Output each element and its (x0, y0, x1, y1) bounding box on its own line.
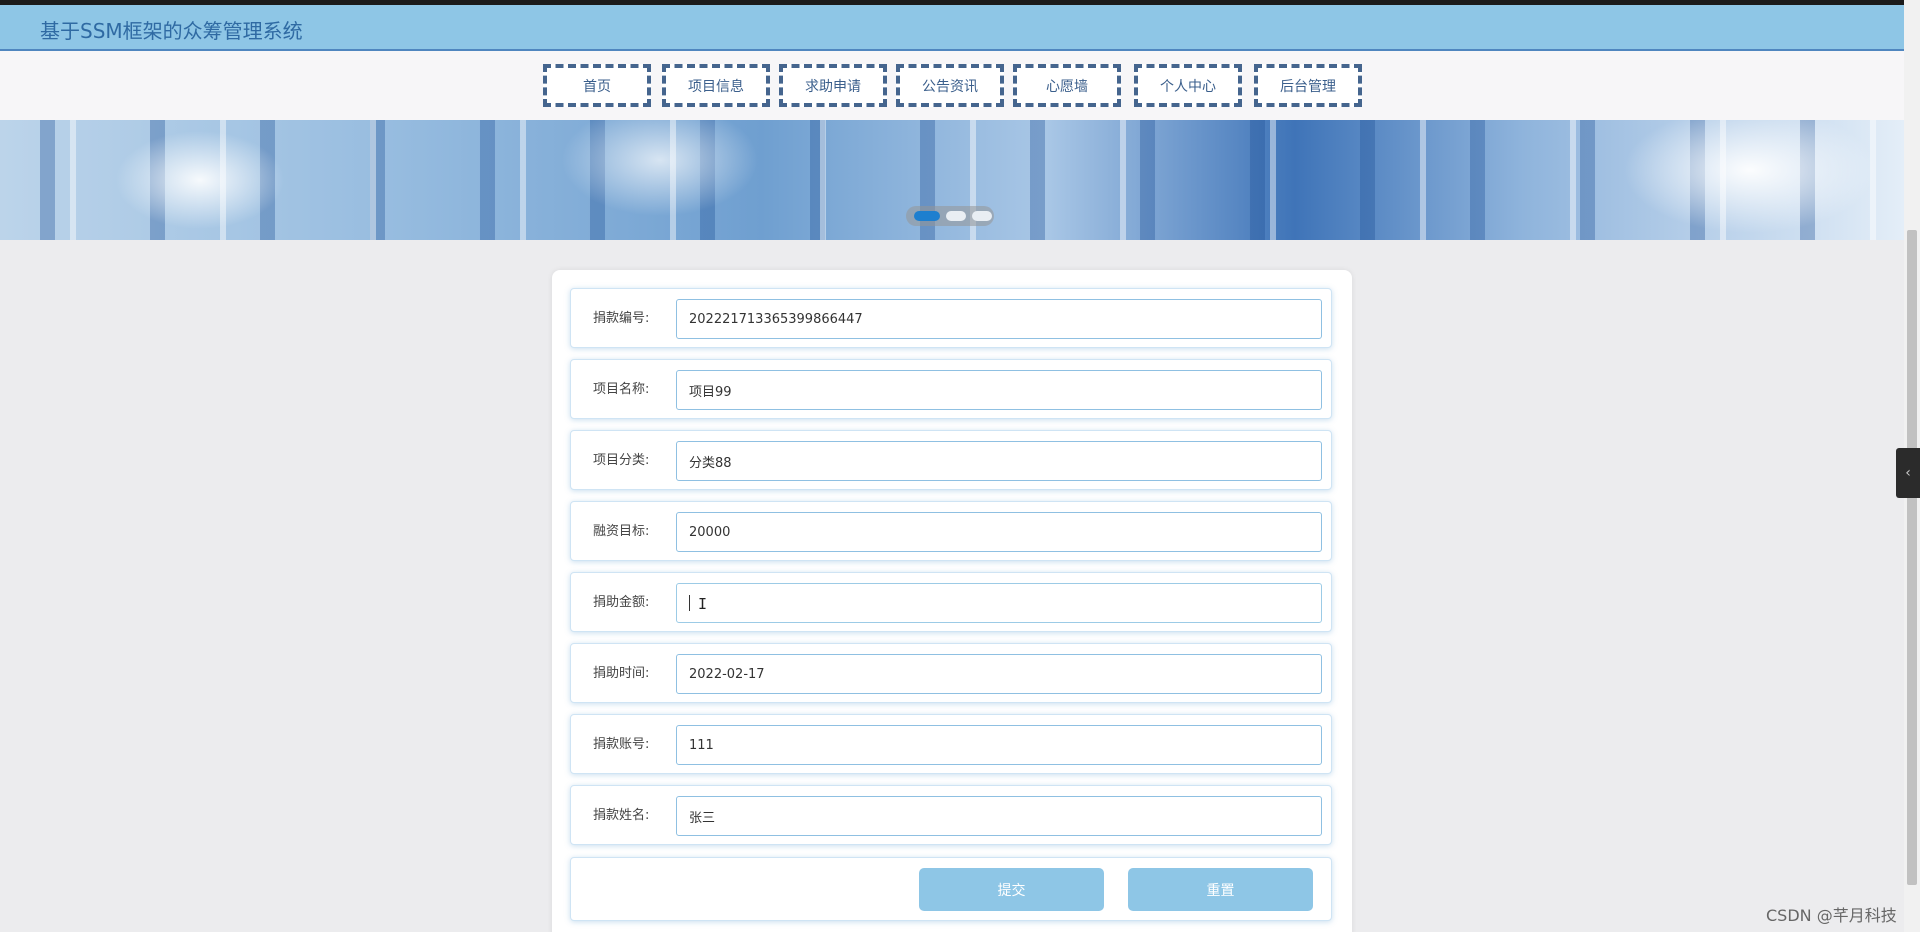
form-row-project-category: 项目分类: (570, 430, 1332, 490)
project-name-label: 项目名称: (593, 382, 650, 397)
carousel-dot-2[interactable] (946, 211, 966, 221)
nav-item-news[interactable]: 公告资讯 (896, 64, 1004, 107)
form-row-donation-amount: 捐助金额: I (570, 572, 1332, 632)
donation-amount-input[interactable] (676, 583, 1322, 623)
donor-name-label: 捐款姓名: (593, 808, 650, 823)
donation-id-input[interactable] (676, 299, 1322, 339)
donation-date-input[interactable] (676, 654, 1322, 694)
form-row-donor-account: 捐款账号: (570, 714, 1332, 774)
submit-button[interactable]: 提交 (919, 868, 1104, 911)
funding-goal-label: 融资目标: (593, 524, 650, 539)
form-row-project-name: 项目名称: (570, 359, 1332, 419)
nav-item-admin[interactable]: 后台管理 (1254, 64, 1362, 107)
donor-account-input[interactable] (676, 725, 1322, 765)
form-row-funding-goal: 融资目标: (570, 501, 1332, 561)
side-panel-toggle[interactable]: ‹ (1896, 448, 1920, 498)
nav-item-projects[interactable]: 项目信息 (662, 64, 770, 107)
main-nav: 首页 项目信息 求助申请 公告资讯 心愿墙 个人中心 后台管理 (0, 51, 1904, 120)
donation-amount-label: 捐助金额: (593, 595, 650, 610)
site-title: 基于SSM框架的众筹管理系统 (40, 19, 303, 43)
project-category-label: 项目分类: (593, 453, 650, 468)
donor-account-label: 捐款账号: (593, 737, 650, 752)
carousel-dot-3[interactable] (972, 211, 992, 221)
donor-name-input[interactable] (676, 796, 1322, 836)
watermark-text: CSDN @芊月科技 (1766, 906, 1897, 925)
donation-date-label: 捐助时间: (593, 666, 650, 681)
form-actions: 提交 重置 (570, 857, 1332, 921)
nav-item-home[interactable]: 首页 (543, 64, 651, 107)
site-header: 基于SSM框架的众筹管理系统 (0, 5, 1904, 51)
nav-item-wish-wall[interactable]: 心愿墙 (1013, 64, 1121, 107)
carousel-dot-1[interactable] (914, 211, 940, 221)
form-row-donor-name: 捐款姓名: (570, 785, 1332, 845)
project-category-input[interactable] (676, 441, 1322, 481)
donation-id-label: 捐款编号: (593, 311, 650, 326)
ibeam-cursor-icon: I (698, 595, 708, 613)
hero-banner (0, 120, 1904, 240)
form-row-donation-id: 捐款编号: (570, 288, 1332, 348)
carousel-indicators (906, 206, 994, 226)
scrollbar-thumb[interactable] (1907, 230, 1917, 885)
reset-button[interactable]: 重置 (1128, 868, 1313, 911)
project-name-input[interactable] (676, 370, 1322, 410)
nav-item-help-request[interactable]: 求助申请 (779, 64, 887, 107)
funding-goal-input[interactable] (676, 512, 1322, 552)
form-row-donation-date: 捐助时间: (570, 643, 1332, 703)
text-caret (689, 595, 690, 611)
donation-form: 捐款编号: 项目名称: 项目分类: 融资目标: 捐助金额: I 捐助时间: 捐款… (552, 270, 1352, 932)
nav-item-user-center[interactable]: 个人中心 (1134, 64, 1242, 107)
chevron-left-icon: ‹ (1905, 465, 1911, 481)
